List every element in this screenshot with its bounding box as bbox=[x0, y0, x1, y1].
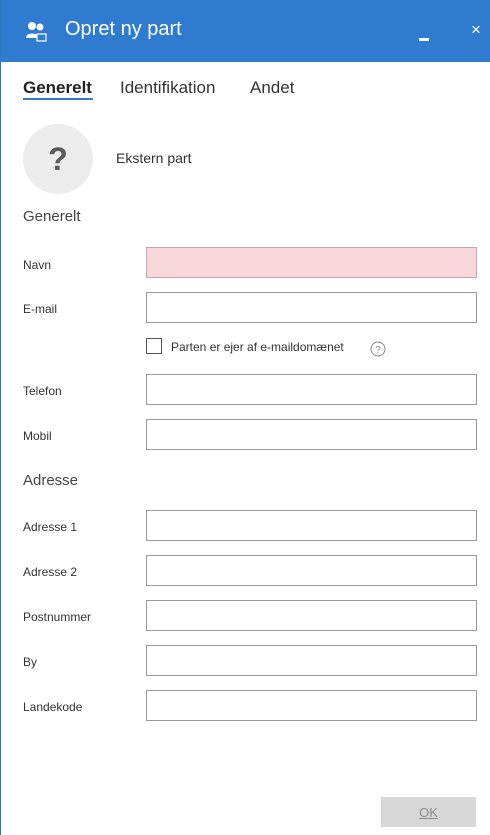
active-tab-indicator bbox=[23, 98, 93, 100]
by-label: By bbox=[23, 655, 38, 669]
postnummer-label: Postnummer bbox=[23, 610, 92, 624]
mobil-input[interactable] bbox=[146, 419, 477, 450]
adresse2-input[interactable] bbox=[146, 555, 477, 586]
adresse1-input[interactable] bbox=[146, 510, 477, 541]
telefon-input[interactable] bbox=[146, 374, 477, 405]
mobil-label: Mobil bbox=[23, 429, 52, 443]
email-domain-owner-checkbox[interactable] bbox=[146, 338, 162, 354]
question-circle-icon[interactable]: ? bbox=[370, 341, 386, 357]
party-type-label: Ekstern part bbox=[116, 150, 192, 166]
navn-label: Navn bbox=[23, 258, 52, 272]
dialog-title: Opret ny part bbox=[65, 18, 182, 40]
adresse1-label: Adresse 1 bbox=[23, 520, 78, 534]
svg-text:?: ? bbox=[375, 345, 381, 356]
ok-button[interactable]: OK bbox=[381, 797, 476, 827]
landekode-label: Landekode bbox=[23, 700, 83, 714]
email-label: E-mail bbox=[23, 302, 58, 316]
landekode-input[interactable] bbox=[146, 690, 477, 721]
users-icon bbox=[26, 22, 47, 42]
postnummer-input[interactable] bbox=[146, 600, 477, 631]
create-party-dialog: Opret ny part × Generelt Identifikation … bbox=[0, 0, 490, 835]
tab-identifikation[interactable]: Identifikation bbox=[120, 78, 215, 98]
tab-andet[interactable]: Andet bbox=[250, 78, 294, 98]
telefon-label: Telefon bbox=[23, 384, 62, 398]
adresse2-label: Adresse 2 bbox=[23, 565, 78, 579]
email-domain-owner-label[interactable]: Parten er ejer af e-maildomænet bbox=[171, 340, 344, 354]
tab-generelt[interactable]: Generelt bbox=[23, 78, 92, 98]
party-avatar: ? bbox=[23, 124, 93, 194]
navn-input[interactable] bbox=[146, 247, 477, 278]
tab-bar: Generelt Identifikation Andet bbox=[1, 62, 490, 112]
close-button[interactable]: × bbox=[466, 20, 486, 40]
minimize-button[interactable] bbox=[413, 22, 437, 46]
by-input[interactable] bbox=[146, 645, 477, 676]
email-input[interactable] bbox=[146, 292, 477, 323]
title-bar[interactable]: Opret ny part × bbox=[1, 0, 490, 62]
section-title-address: Adresse bbox=[23, 472, 79, 489]
section-title-general: Generelt bbox=[23, 208, 81, 225]
